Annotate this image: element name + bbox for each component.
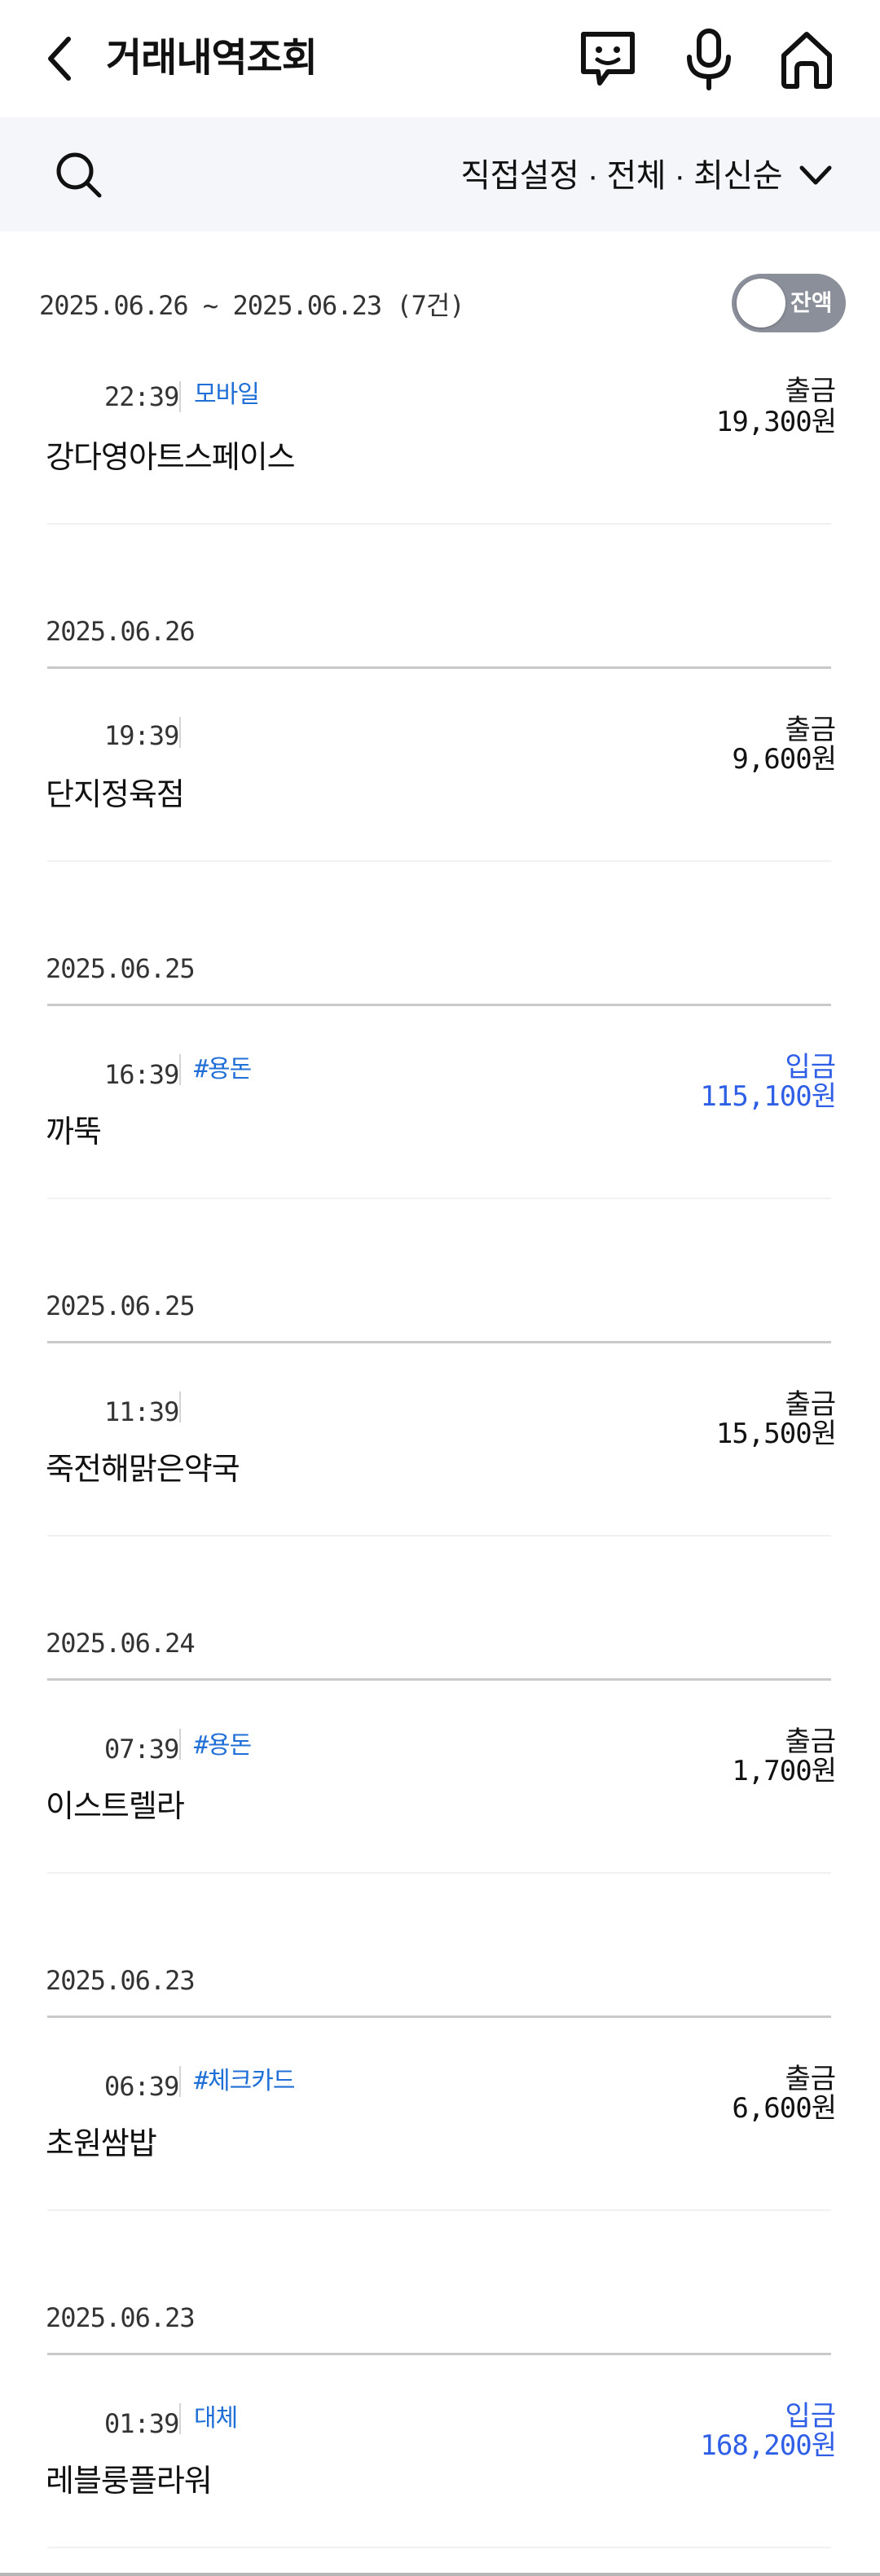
- divider: [179, 2066, 181, 2097]
- transaction-merchant[interactable]: 초원쌈밥: [46, 2121, 157, 2165]
- date-divider: [47, 2353, 831, 2355]
- transaction-merchant[interactable]: 이스트렐라: [46, 1784, 185, 1828]
- transaction-amount: 115,100원: [700, 1080, 837, 1113]
- transaction-tag: 대체: [194, 2404, 238, 2433]
- row-divider: [47, 2547, 831, 2548]
- transaction-merchant[interactable]: 강다영아트스페이스: [46, 435, 296, 479]
- transaction-type: 출금: [785, 714, 836, 746]
- row-divider: [47, 2209, 831, 2211]
- transaction-time: 16:39: [104, 1059, 179, 1090]
- transaction-merchant[interactable]: 죽전해맑은약국: [46, 1447, 240, 1491]
- period-summary: 2025.06.26 ~ 2025.06.23 (7건): [39, 290, 465, 321]
- transaction-time: 22:39: [104, 381, 179, 412]
- chatbot-icon[interactable]: [575, 24, 640, 93]
- transaction-amount: 9,600원: [732, 743, 837, 776]
- divider: [179, 717, 181, 748]
- transaction-amount: 168,200원: [700, 2429, 837, 2462]
- search-icon[interactable]: [51, 147, 108, 204]
- transaction-amount: 19,300원: [715, 406, 837, 438]
- date-header: 2025.06.23: [46, 1965, 196, 1996]
- transaction-type: 입금: [785, 2400, 836, 2433]
- transaction-type: 출금: [785, 375, 836, 407]
- row-divider: [47, 860, 831, 862]
- transaction-time: 11:39: [104, 1396, 179, 1427]
- row-divider: [47, 1872, 831, 1874]
- date-header: 2025.06.25: [46, 953, 196, 984]
- date-header: 2025.06.23: [46, 2302, 196, 2333]
- divider: [179, 381, 181, 412]
- transaction-type: 출금: [785, 1388, 836, 1421]
- row-divider: [47, 1535, 831, 1536]
- chevron-down-icon[interactable]: [795, 160, 836, 192]
- transaction-tag: 모바일: [194, 380, 260, 409]
- divider: [179, 1391, 181, 1422]
- transaction-amount: 1,700원: [732, 1755, 837, 1787]
- date-divider: [47, 1341, 831, 1343]
- balance-toggle-label: 잔액: [790, 290, 833, 315]
- date-header: 2025.06.25: [46, 1290, 196, 1321]
- microphone-icon[interactable]: [676, 24, 741, 93]
- transaction-type: 출금: [785, 1725, 836, 1758]
- home-icon[interactable]: [774, 24, 839, 93]
- divider: [179, 1729, 181, 1760]
- transaction-time: 19:39: [104, 720, 179, 751]
- transaction-merchant[interactable]: 레블룽플라워: [46, 2459, 213, 2503]
- date-divider: [47, 1004, 831, 1006]
- date-header: 2025.06.24: [46, 1628, 196, 1659]
- divider: [179, 1054, 181, 1085]
- transaction-amount: 15,500원: [715, 1418, 837, 1450]
- back-arrow-icon[interactable]: [39, 31, 81, 86]
- transaction-merchant[interactable]: 단지정육점: [46, 772, 185, 816]
- transaction-merchant[interactable]: 까뚝: [46, 1110, 102, 1154]
- row-divider: [47, 523, 831, 525]
- transaction-tag: #체크카드: [194, 2067, 295, 2095]
- page-title: 거래내역조회: [106, 37, 318, 80]
- date-header: 2025.06.26: [46, 616, 196, 647]
- date-divider: [47, 666, 831, 669]
- row-divider: [47, 1198, 831, 1199]
- filter-summary-button[interactable]: 직접설정 · 전체 · 최신순: [460, 150, 782, 202]
- transaction-type: 출금: [785, 2063, 836, 2095]
- transaction-time: 01:39: [104, 2408, 179, 2439]
- bottom-edge: [0, 2573, 880, 2576]
- transaction-tag: #용돈: [194, 1731, 252, 1760]
- date-divider: [47, 1678, 831, 1681]
- divider: [179, 2403, 181, 2434]
- toggle-knob[interactable]: [737, 279, 785, 327]
- transaction-time: 06:39: [104, 2071, 179, 2102]
- transaction-time: 07:39: [104, 1734, 179, 1765]
- transaction-type: 입금: [785, 1051, 836, 1084]
- transaction-amount: 6,600원: [732, 2092, 837, 2125]
- date-divider: [47, 2016, 831, 2018]
- transaction-tag: #용돈: [194, 1055, 252, 1084]
